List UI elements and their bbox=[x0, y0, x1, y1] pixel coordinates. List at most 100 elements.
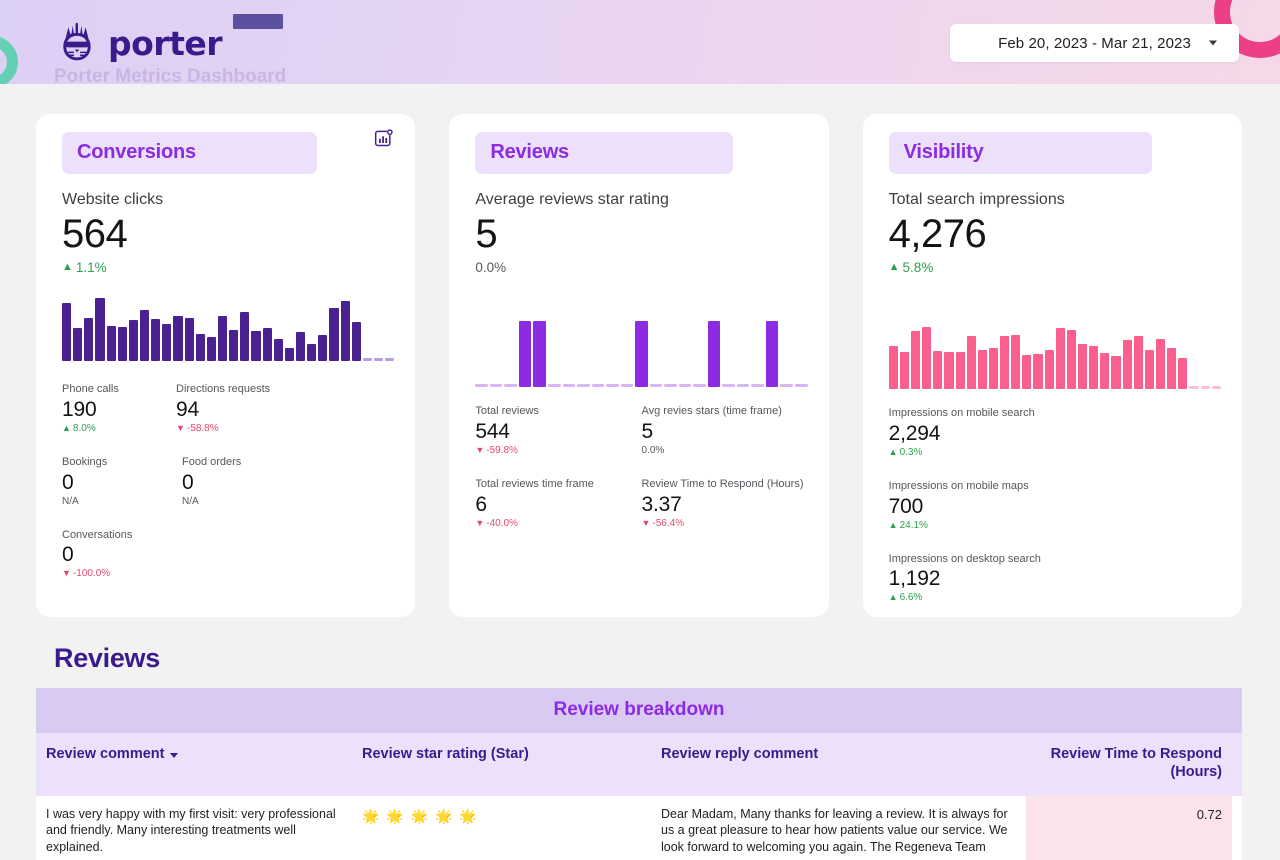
sparkline-bar bbox=[195, 334, 205, 362]
sparkline-bar bbox=[128, 319, 138, 362]
sparkline-bar bbox=[635, 321, 648, 388]
submetric: Food orders 0 N/A bbox=[182, 456, 296, 507]
submetric-delta: ▲ 24.1% bbox=[889, 520, 1065, 531]
submetric-value: 190 bbox=[62, 397, 97, 421]
sparkline-bar bbox=[765, 321, 779, 388]
sparkline-empty-dash bbox=[475, 384, 488, 388]
submetric-delta: ▼ -59.8% bbox=[475, 445, 641, 456]
kpi-delta-value: 5.8% bbox=[902, 260, 934, 276]
table-banner: Review breakdown bbox=[36, 688, 1242, 734]
submetric-delta: N/A bbox=[182, 496, 296, 507]
submetric-value: 94 bbox=[176, 397, 199, 421]
kpi-delta-value: 1.1% bbox=[75, 260, 107, 276]
kpi-delta-value: 0.0% bbox=[475, 260, 507, 276]
submetric-delta-value: 0.0% bbox=[641, 444, 665, 456]
submetric-delta: ▲ 0.3% bbox=[889, 447, 1065, 458]
submetric-value: 0 bbox=[62, 543, 74, 567]
submetrics-reviews: Total reviews 544 ▼ -59.8% Avg revies stars … bbox=[475, 383, 807, 529]
submetric-delta-value: 0.3% bbox=[899, 446, 923, 458]
submetric-delta: ▼ -40.0% bbox=[475, 518, 641, 529]
sparkline-bar bbox=[922, 326, 932, 390]
table-header-row: Review comment Review star rating (Star)… bbox=[36, 733, 1242, 796]
sparkline-bar bbox=[910, 331, 921, 390]
chevron-down-icon[interactable] bbox=[170, 753, 179, 759]
sparkline-bar bbox=[933, 350, 943, 390]
sparkline-empty-dash bbox=[562, 384, 576, 388]
card-conversions: Conversions Website clicks 564 ▲ 1.1% Ph… bbox=[36, 114, 416, 618]
sparkline-bar bbox=[318, 334, 328, 362]
porter-cat-logo-icon bbox=[63, 22, 91, 61]
sparkline-empty-dash bbox=[547, 384, 561, 388]
kpi-value-conversions: 564 bbox=[62, 212, 128, 256]
cell-star-rating: 🌟 🌟 🌟 🌟 🌟 bbox=[362, 807, 479, 824]
sparkline-bar bbox=[518, 321, 532, 388]
sparkline-bar bbox=[162, 323, 172, 362]
sparkline-bar bbox=[1033, 353, 1043, 390]
chevron-down-icon bbox=[1209, 40, 1217, 46]
kpi-label-conversions: Website clicks bbox=[62, 191, 164, 208]
date-range-selector[interactable]: Feb 20, 2023 - Mar 21, 2023 bbox=[950, 24, 1239, 62]
bar-chart-settings-icon[interactable] bbox=[374, 128, 394, 148]
brand-name: porter bbox=[108, 23, 223, 63]
sparkline-bar bbox=[1122, 339, 1132, 390]
submetric-value: 2,294 bbox=[888, 421, 941, 445]
trend-down-icon: ▼ bbox=[62, 568, 71, 579]
sparkline-empty-dash bbox=[591, 384, 605, 388]
kpi-delta-conversions: ▲ 1.1% bbox=[62, 260, 394, 275]
sparkline-bar bbox=[1044, 349, 1054, 390]
submetric-label: Avg revies stars (time frame) bbox=[641, 405, 782, 418]
sparkline-bar bbox=[184, 317, 194, 362]
sparkline-bar bbox=[1144, 349, 1155, 390]
submetric-label: Impressions on mobile maps bbox=[888, 479, 1029, 492]
column-header-reply-comment[interactable]: Review reply comment bbox=[661, 733, 1026, 795]
card-title-pill-reviews: Reviews bbox=[475, 132, 734, 174]
card-visibility: Visibility Total search impressions 4,27… bbox=[862, 114, 1242, 618]
sparkline-bar bbox=[217, 315, 228, 362]
sparkline-empty-dash bbox=[362, 358, 372, 362]
sparkline-bar bbox=[84, 318, 94, 362]
submetric-value: 5 bbox=[641, 419, 653, 443]
sparkline-bar bbox=[251, 330, 261, 362]
trend-up-icon: ▲ bbox=[888, 519, 898, 530]
sparkline-empty-dash bbox=[736, 384, 750, 388]
cell-time-to-respond: 0.72 bbox=[1026, 795, 1232, 860]
kpi-value-reviews: 5 bbox=[475, 212, 498, 256]
trend-up-icon: ▲ bbox=[888, 592, 898, 603]
column-header-star-rating[interactable]: Review star rating (Star) bbox=[362, 733, 661, 795]
sparkline-empty-dash bbox=[504, 384, 517, 388]
trend-down-icon: ▼ bbox=[641, 517, 651, 528]
sparkline-bar bbox=[95, 297, 105, 362]
sparkline-empty-dash bbox=[678, 384, 692, 388]
sparkline-bar bbox=[351, 322, 361, 362]
sparkline-bar bbox=[1178, 358, 1188, 390]
sparkline-bar bbox=[273, 338, 283, 362]
sparkline-bar bbox=[1055, 328, 1065, 390]
brand-logo[interactable]: porter bbox=[54, 20, 223, 66]
sparkline-empty-dash bbox=[620, 384, 634, 388]
submetric-label: Conversations bbox=[62, 528, 133, 541]
kpi-delta-visibility: ▲ 5.8% bbox=[889, 260, 1221, 275]
column-header-time-to-respond[interactable]: Review Time to Respond (Hours) bbox=[1026, 733, 1232, 795]
sparkline-empty-dash bbox=[780, 384, 794, 388]
header-placeholder-chip bbox=[233, 14, 283, 29]
table-row[interactable]: I was very happy with my first visit: ve… bbox=[36, 795, 1242, 860]
sparkline-bar bbox=[977, 349, 987, 390]
column-header-review-comment[interactable]: Review comment bbox=[36, 733, 362, 795]
sparkline-bar bbox=[117, 326, 127, 362]
submetric-delta-value: -100.0% bbox=[72, 568, 111, 580]
submetric: Phone calls 190 ▲ 8.0% bbox=[62, 383, 176, 434]
sparkline-bar bbox=[1100, 352, 1110, 390]
trend-up-icon: ▲ bbox=[888, 261, 900, 274]
sparkline-bar bbox=[988, 348, 999, 390]
header-subtitle: Porter Metrics Dashboard bbox=[54, 66, 287, 84]
submetric-delta: 0.0% bbox=[641, 445, 807, 456]
submetric-delta-value: 8.0% bbox=[72, 422, 96, 434]
app-header: porter Porter Metrics Dashboard Feb 20, … bbox=[0, 0, 1280, 84]
review-breakdown-table: Review breakdown Review comment Review s… bbox=[36, 688, 1242, 860]
submetric-delta-value: -59.8% bbox=[486, 444, 518, 456]
submetric-value: 0 bbox=[62, 470, 74, 494]
sparkline-empty-dash bbox=[1200, 386, 1210, 390]
sparkline-empty-dash bbox=[1189, 386, 1199, 390]
sparkline-empty-dash bbox=[751, 384, 764, 388]
sparkline-bar bbox=[899, 352, 909, 390]
